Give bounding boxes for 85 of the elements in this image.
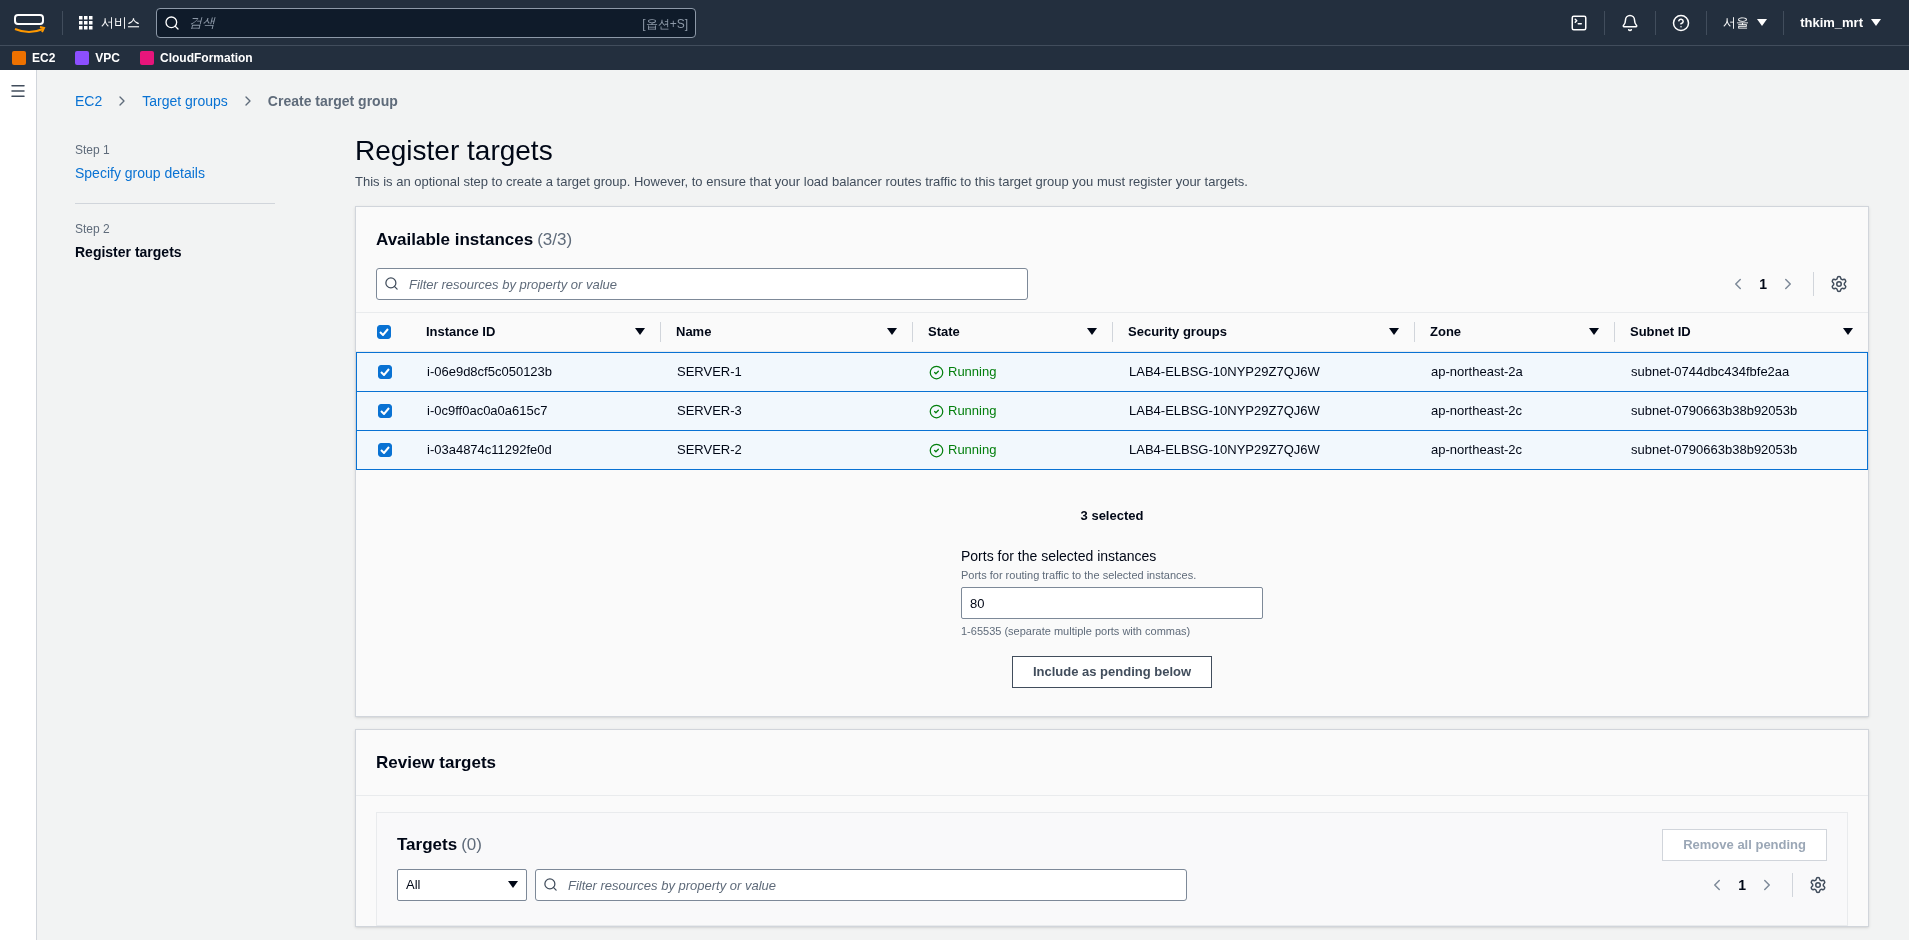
status-icon (929, 442, 944, 458)
include-pending-button[interactable]: Include as pending below (1011, 655, 1213, 688)
status-text: Running (948, 402, 997, 421)
table-row[interactable]: i-03a4874c11292fe0d SERVER-2 Running LAB4-ELBSG-10NYP29Z7QJ6W ap-northeast-2c subnet-0790663b38b92053b (356, 430, 1868, 470)
sort-icon (1087, 328, 1097, 336)
column-header[interactable]: Instance ID (426, 322, 496, 342)
instance-count: (3/3) (537, 228, 573, 251)
ports-field[interactable]: 80 (961, 587, 1263, 619)
checkbox[interactable] (376, 325, 391, 339)
step-link[interactable]: Specify group details (75, 163, 275, 184)
panel-title: Review targets (376, 752, 496, 772)
sort-icon (1843, 328, 1853, 336)
services-menu[interactable]: 서비스 (101, 12, 140, 33)
breadcrumb-current: Create target group (267, 91, 398, 111)
user-menu[interactable]: thkim_mrt (1800, 12, 1881, 33)
table-cell-text: ap-northeast-2c (1431, 402, 1523, 421)
sort-icon (1589, 328, 1599, 336)
step-number: Step 2 (75, 221, 111, 238)
help-icon[interactable] (1672, 13, 1691, 32)
table-cell-text: LAB4-ELBSG-10NYP29Z7QJ6W (1129, 402, 1320, 421)
shortcut-hint: [옵션+S] (642, 15, 688, 33)
step-number: Step 1 (75, 142, 111, 159)
table-cell-text: i-03a4874c11292fe0d (427, 441, 552, 460)
search-icon (164, 14, 180, 31)
table-cell-text: LAB4-ELBSG-10NYP29Z7QJ6W (1129, 363, 1320, 382)
breadcrumb-link[interactable]: EC2 (75, 90, 103, 112)
ports-hint: 1-65535 (separate multiple ports with commas) (961, 624, 1192, 639)
panel-title: Available instances (376, 228, 534, 251)
page-description: This is an optional step to create a target group. However, to ensure that your load balancer routes traffic to this target group you must register your targets. (355, 173, 1249, 191)
favorite-link[interactable]: EC2 (32, 49, 56, 67)
terminal-icon[interactable] (1570, 13, 1589, 32)
settings-icon[interactable] (1830, 275, 1848, 293)
ports-label: Ports for the selected instances (961, 546, 1158, 566)
search-icon (543, 877, 558, 892)
page-number[interactable]: 1 (1759, 274, 1767, 294)
targets-title: Targets (397, 834, 458, 857)
grid-icon[interactable] (79, 15, 93, 30)
checkbox[interactable] (377, 365, 392, 379)
table-cell-text: i-06e9d8cf5c050123b (427, 363, 553, 382)
table-cell-text: SERVER-3 (677, 402, 742, 421)
bell-icon[interactable] (1621, 13, 1640, 32)
sort-icon (635, 328, 645, 336)
logo-icon (12, 11, 46, 34)
table-cell-text: LAB4-ELBSG-10NYP29Z7QJ6W (1129, 441, 1320, 460)
caret-icon (1871, 18, 1881, 27)
table-cell-text: subnet-0744dbc434fbfe2aa (1631, 363, 1790, 382)
targets-count: (0) (461, 834, 482, 857)
ports-description: Ports for routing traffic to the selected instances. (961, 567, 1198, 583)
selected-count: 3 selected (1080, 507, 1144, 525)
sort-icon (1389, 328, 1399, 336)
page-title: Register targets (355, 134, 554, 168)
table-cell-text: i-0c9ff0ac0a0a615c7 (427, 402, 548, 421)
column-header[interactable]: Subnet ID (1630, 322, 1691, 342)
status-text: Running (948, 363, 997, 382)
table-row[interactable]: i-06e9d8cf5c050123b SERVER-1 Running LAB4-ELBSG-10NYP29Z7QJ6W ap-northeast-2a subnet-0744dbc434fbfe2aa (356, 352, 1868, 392)
table-cell-text: subnet-0790663b38b92053b (1631, 441, 1798, 460)
favorite-link[interactable]: VPC (95, 49, 121, 67)
state-select[interactable]: All (397, 869, 527, 901)
table-cell-text: ap-northeast-2c (1431, 441, 1523, 460)
caret-icon (508, 881, 518, 889)
filter-field[interactable]: Filter resources by property or value (535, 869, 1187, 901)
checkbox[interactable] (377, 404, 392, 418)
status-text: Running (948, 441, 997, 460)
filter-field[interactable]: Filter resources by property or value (376, 268, 1028, 300)
column-header[interactable]: Security groups (1128, 322, 1227, 342)
column-header[interactable]: Zone (1430, 322, 1462, 342)
sort-icon (887, 328, 897, 336)
region-menu[interactable]: 서울 (1723, 12, 1768, 33)
column-header[interactable]: State (928, 322, 960, 342)
settings-icon[interactable] (1809, 876, 1827, 894)
checkbox[interactable] (377, 443, 392, 457)
caret-icon (1757, 18, 1768, 27)
breadcrumb-link[interactable]: Target groups (142, 90, 228, 112)
status-icon (929, 364, 944, 380)
favorite-link[interactable]: CloudFormation (160, 49, 253, 67)
status-icon (929, 403, 944, 419)
page-number[interactable]: 1 (1738, 875, 1746, 895)
table-cell-text: SERVER-1 (677, 363, 742, 382)
column-header[interactable]: Name (676, 322, 712, 342)
search-icon (384, 276, 399, 291)
table-cell-text: SERVER-2 (677, 441, 742, 460)
table-cell-text: subnet-0790663b38b92053b (1631, 402, 1798, 421)
table-cell-text: ap-northeast-2a (1431, 363, 1523, 382)
table-row[interactable]: i-0c9ff0ac0a0a615c7 SERVER-3 Running LAB4-ELBSG-10NYP29Z7QJ6W ap-northeast-2c subnet-0790663b38b92053b (356, 391, 1868, 431)
menu-icon[interactable] (9, 82, 27, 100)
